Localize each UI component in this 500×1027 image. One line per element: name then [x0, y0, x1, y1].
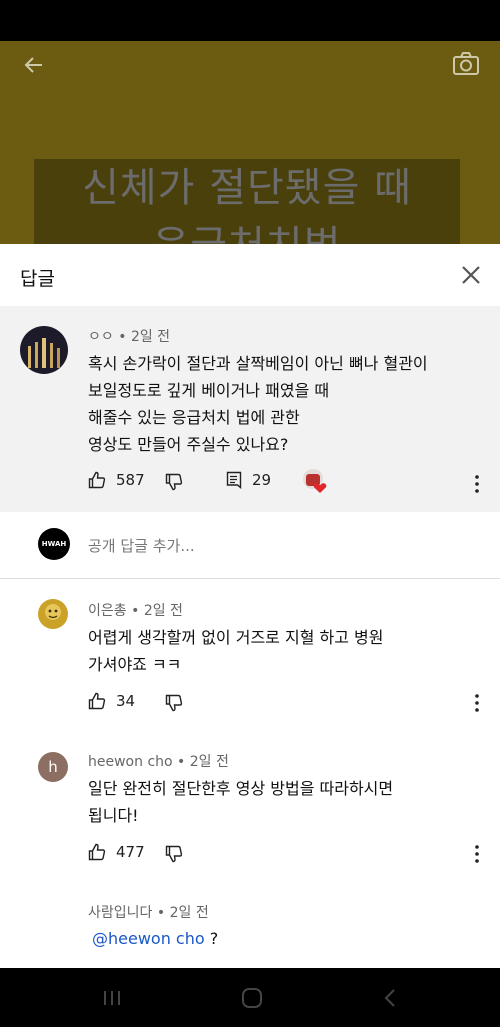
- reply-avatar[interactable]: [38, 599, 68, 629]
- text-line: 어렵게 생각할꺼 없이 거즈로 지혈 하고 병원: [88, 628, 384, 647]
- text-line: 혹시 손가락이 절단과 살짝베임이 아닌 뼈나 혈관이: [88, 354, 428, 373]
- more-options-icon[interactable]: [474, 474, 480, 494]
- creator-heart-icon: [303, 469, 327, 493]
- reply-count: 29: [252, 471, 272, 489]
- parent-author[interactable]: ㅇㅇ: [88, 329, 114, 345]
- parent-comment: ㅇㅇ • 2일 전 혹시 손가락이 절단과 살짝베임이 아닌 뼈나 혈관이 보일…: [0, 306, 500, 512]
- reply-text: @heewon cho ?: [92, 925, 218, 952]
- dislike-button[interactable]: [165, 473, 193, 491]
- camera-icon[interactable]: [452, 51, 480, 77]
- text-line: 됩니다!: [88, 806, 139, 825]
- mention-link[interactable]: @heewon cho: [92, 929, 205, 948]
- reply-time: 2일 전: [189, 754, 229, 770]
- reply-time: 2일 전: [143, 603, 183, 619]
- user-avatar: HWAH: [38, 528, 70, 560]
- sheet-title: 답글: [20, 268, 55, 290]
- like-button[interactable]: 477: [88, 843, 145, 861]
- parent-comment-text: 혹시 손가락이 절단과 살짝베임이 아닌 뼈나 혈관이 보일정도로 깊게 베이거…: [88, 350, 428, 458]
- thumbs-down-icon: [165, 694, 183, 712]
- text-line: 일단 완전히 절단한후 영상 방법을 따라하시면: [88, 779, 394, 798]
- reply-author[interactable]: heewon cho: [88, 754, 173, 770]
- add-reply-box[interactable]: HWAH 공개 답글 추가...: [0, 512, 500, 578]
- home-icon[interactable]: [241, 987, 263, 1009]
- more-options-icon[interactable]: [474, 844, 480, 864]
- system-nav-bar: [0, 968, 500, 1027]
- dislike-button[interactable]: [165, 845, 193, 863]
- replies-sheet: 답글 ㅇㅇ • 2일 전 혹시 손가락이 절단과 살짝베임이 아닌 뼈나 혈관이…: [0, 244, 500, 968]
- video-caption: 신체가 절단됐을 때 응급처치법: [34, 159, 460, 244]
- reply-avatar[interactable]: h: [38, 752, 68, 782]
- status-bar: [0, 0, 500, 41]
- sheet-header: 답글: [0, 244, 500, 306]
- thumbs-down-icon: [165, 473, 183, 491]
- thumbs-down-icon: [165, 845, 183, 863]
- caption-line-2: 응급처치법: [34, 217, 460, 244]
- recent-apps-icon[interactable]: [102, 989, 122, 1007]
- more-options-icon[interactable]: [474, 693, 480, 713]
- video-player[interactable]: 신체가 절단됐을 때 응급처치법: [0, 41, 500, 244]
- like-count: 34: [116, 692, 136, 710]
- parent-comment-meta: ㅇㅇ • 2일 전: [88, 329, 171, 345]
- caption-line-1: 신체가 절단됐을 때: [82, 165, 412, 211]
- reply-meta: 이은총 • 2일 전: [88, 603, 183, 619]
- reply-text-rest: ?: [204, 929, 219, 948]
- text-line: 해줄수 있는 응급처치 법에 관한: [88, 408, 300, 427]
- like-button[interactable]: 587: [88, 471, 145, 489]
- reply-text: 일단 완전히 절단한후 영상 방법을 따라하시면 됩니다!: [88, 775, 393, 829]
- reply-text: 어렵게 생각할꺼 없이 거즈로 지혈 하고 병원 가셔야죠 ㅋㅋ: [88, 624, 383, 678]
- reply-meta: 사람입니다 • 2일 전: [88, 905, 209, 921]
- text-line: 영상도 만들어 주실수 있나요?: [88, 435, 289, 454]
- like-count: 477: [116, 843, 145, 861]
- thumbs-up-icon: [88, 471, 106, 489]
- user-avatar-text: HWAH: [41, 540, 67, 548]
- reply-avatar-letter: h: [48, 758, 58, 776]
- reply-comment-icon: [226, 471, 242, 489]
- creator-heart-badge: [302, 468, 338, 494]
- close-icon[interactable]: [460, 264, 482, 286]
- like-count: 587: [116, 471, 145, 489]
- text-line: 가셔야죠 ㅋㅋ: [88, 655, 182, 674]
- back-nav-icon[interactable]: [382, 988, 398, 1008]
- reply-author[interactable]: 사람입니다: [88, 905, 152, 921]
- divider: [0, 578, 500, 579]
- replies-button[interactable]: 29: [226, 471, 271, 489]
- thumbs-up-icon: [88, 843, 106, 861]
- reply-input[interactable]: 공개 답글 추가...: [88, 535, 195, 556]
- reply-time: 2일 전: [169, 905, 209, 921]
- parent-time: 2일 전: [130, 329, 171, 345]
- text-line: 보일정도로 깊게 베이거나 패였을 때: [88, 381, 330, 400]
- dislike-button[interactable]: [165, 694, 193, 712]
- reply-author[interactable]: 이은총: [88, 603, 127, 619]
- thumbs-up-icon: [88, 692, 106, 710]
- back-arrow-icon[interactable]: [22, 53, 46, 77]
- reply-meta: heewon cho • 2일 전: [88, 754, 229, 770]
- like-button[interactable]: 34: [88, 692, 135, 710]
- parent-avatar[interactable]: [20, 326, 68, 374]
